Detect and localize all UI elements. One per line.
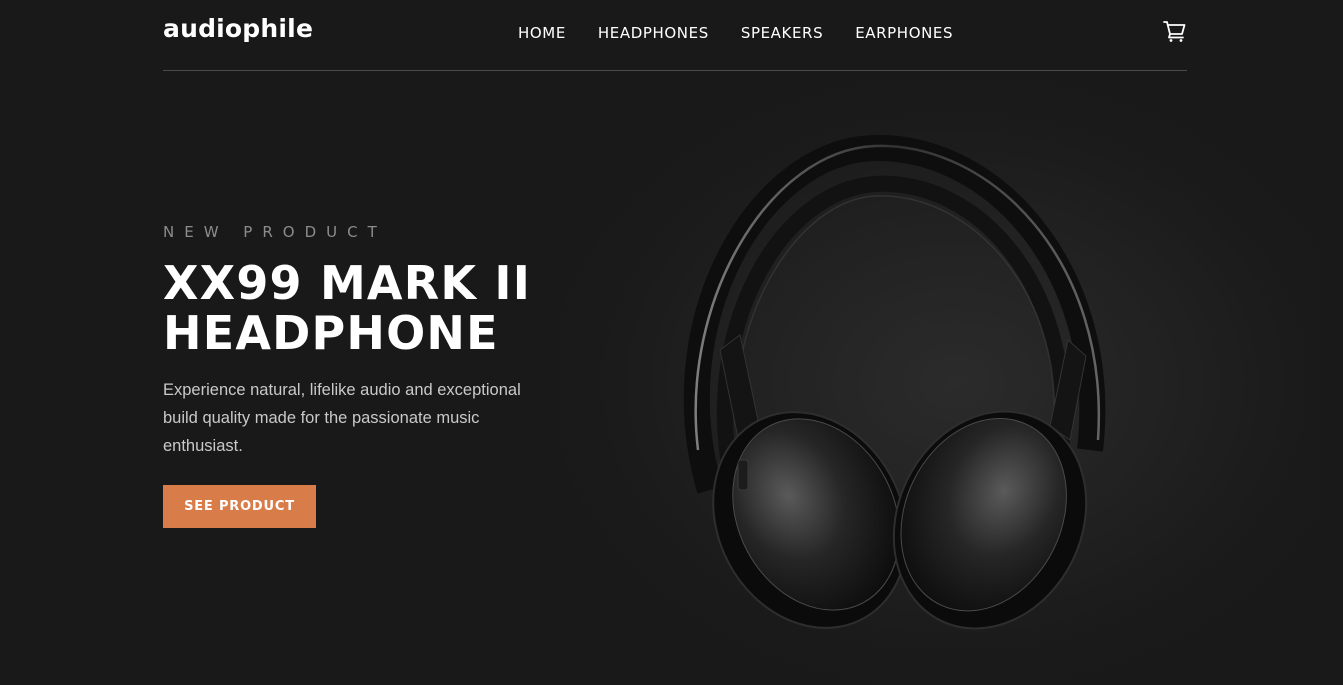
nav-link-earphones[interactable]: EARPHONES	[855, 24, 953, 42]
hero-title-line-2: HEADPHONE	[163, 306, 499, 360]
site-logo[interactable]: audiophile	[163, 14, 313, 43]
nav-link-headphones[interactable]: HEADPHONES	[598, 24, 709, 42]
main-nav: HOME HEADPHONES SPEAKERS EARPHONES	[518, 24, 953, 42]
shopping-cart-icon[interactable]	[1162, 18, 1188, 44]
see-product-button[interactable]: SEE PRODUCT	[163, 485, 316, 528]
nav-link-speakers[interactable]: SPEAKERS	[741, 24, 823, 42]
hero-title-line-1: XX99 MARK II	[163, 256, 532, 310]
hero-description: Experience natural, lifelike audio and e…	[163, 381, 521, 455]
headphones-image	[640, 120, 1200, 660]
new-product-label: NEW PRODUCT	[163, 223, 387, 241]
nav-link-home[interactable]: HOME	[518, 24, 566, 42]
hero-title: XX99 MARK II HEADPHONE	[163, 258, 583, 358]
site-header: audiophile HOME HEADPHONES SPEAKERS EARP…	[163, 0, 1187, 71]
